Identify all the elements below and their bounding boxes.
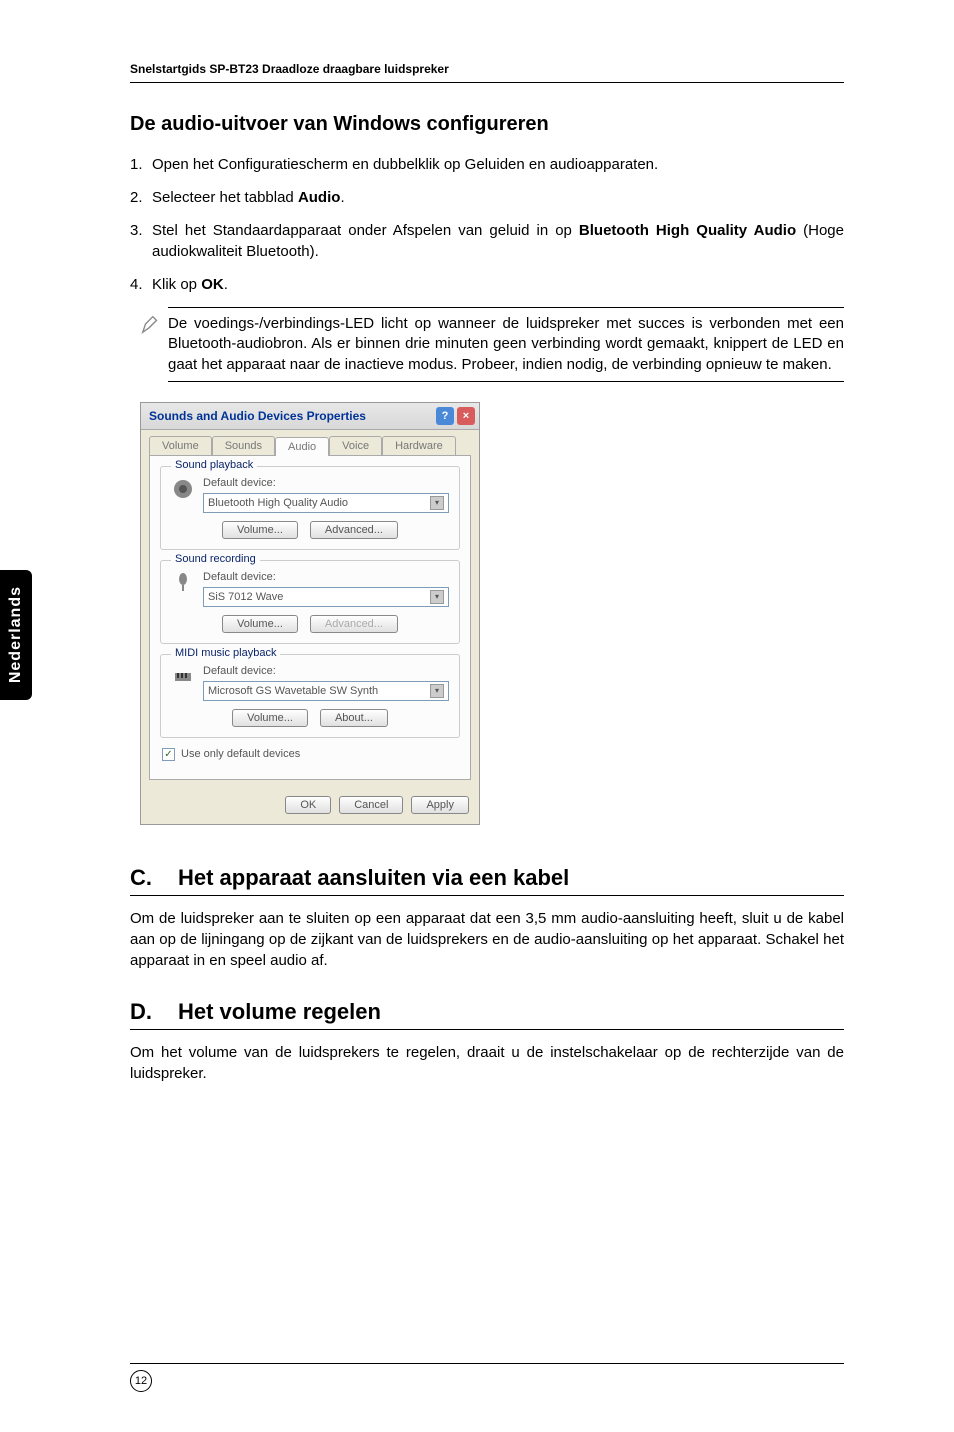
footer: 12 [130, 1363, 844, 1392]
midi-label: Default device: [203, 665, 449, 677]
dialog-title: Sounds and Audio Devices Properties [149, 409, 366, 423]
step-3: 3.Stel het Standaardapparaat onder Afspe… [130, 220, 844, 262]
page-number: 12 [130, 1370, 152, 1392]
section-d-body: Om het volume van de luidsprekers te reg… [130, 1042, 844, 1084]
page-header: Snelstartgids SP-BT23 Draadloze draagbar… [130, 60, 844, 83]
tab-audio[interactable]: Audio [275, 437, 329, 456]
step-1: 1.Open het Configuratiescherm en dubbelk… [130, 154, 844, 175]
tab-panel: Sound playback Default device: Bluetooth… [149, 455, 471, 780]
section-d-heading: D.Het volume regelen [130, 999, 844, 1030]
microphone-icon [171, 571, 195, 595]
header-text: Snelstartgids SP-BT23 Draadloze draagbar… [130, 62, 449, 76]
chevron-down-icon: ▾ [430, 590, 444, 604]
midi-playback-group: MIDI music playback Default device: Micr… [160, 654, 460, 738]
step-2: 2.Selecteer het tabblad Audio. [130, 187, 844, 208]
playback-label: Default device: [203, 477, 449, 489]
tab-sounds[interactable]: Sounds [212, 436, 275, 455]
recording-legend: Sound recording [171, 553, 260, 565]
section1-title: De audio-uitvoer van Windows configurere… [130, 113, 844, 136]
help-icon[interactable]: ? [436, 407, 454, 425]
speaker-icon [171, 477, 195, 501]
recording-select[interactable]: SiS 7012 Wave ▾ [203, 587, 449, 607]
tab-volume[interactable]: Volume [149, 436, 212, 455]
chevron-down-icon: ▾ [430, 496, 444, 510]
tab-voice[interactable]: Voice [329, 436, 382, 455]
note-box: De voedings-/verbindings-LED licht op wa… [130, 307, 844, 382]
playback-select[interactable]: Bluetooth High Quality Audio ▾ [203, 493, 449, 513]
dialog-tabs: Volume Sounds Audio Voice Hardware [141, 430, 479, 455]
sound-playback-group: Sound playback Default device: Bluetooth… [160, 466, 460, 550]
section-c-heading: C.Het apparaat aansluiten via een kabel [130, 865, 844, 896]
apply-button[interactable]: Apply [411, 796, 469, 814]
midi-select[interactable]: Microsoft GS Wavetable SW Synth ▾ [203, 681, 449, 701]
cancel-button[interactable]: Cancel [339, 796, 403, 814]
playback-volume-button[interactable]: Volume... [222, 521, 298, 539]
tab-hardware[interactable]: Hardware [382, 436, 456, 455]
checkbox-icon[interactable]: ✓ [162, 748, 175, 761]
midi-value: Microsoft GS Wavetable SW Synth [208, 685, 378, 697]
section-c-body: Om de luidspreker aan te sluiten op een … [130, 908, 844, 971]
checkbox-label: Use only default devices [181, 748, 300, 760]
default-devices-checkbox-row[interactable]: ✓ Use only default devices [162, 748, 460, 761]
chevron-down-icon: ▾ [430, 684, 444, 698]
recording-volume-button[interactable]: Volume... [222, 615, 298, 633]
note-text: De voedings-/verbindings-LED licht op wa… [168, 314, 844, 375]
sounds-dialog: Sounds and Audio Devices Properties ? × … [140, 402, 480, 825]
sound-recording-group: Sound recording Default device: SiS 7012… [160, 560, 460, 644]
midi-legend: MIDI music playback [171, 647, 280, 659]
step-4: 4.Klik op OK. [130, 274, 844, 295]
recording-label: Default device: [203, 571, 449, 583]
playback-legend: Sound playback [171, 459, 257, 471]
recording-advanced-button: Advanced... [310, 615, 398, 633]
recording-value: SiS 7012 Wave [208, 591, 283, 603]
midi-about-button[interactable]: About... [320, 709, 388, 727]
playback-value: Bluetooth High Quality Audio [208, 497, 348, 509]
playback-advanced-button[interactable]: Advanced... [310, 521, 398, 539]
ok-button[interactable]: OK [285, 796, 331, 814]
pencil-icon [140, 307, 168, 382]
close-icon[interactable]: × [457, 407, 475, 425]
midi-icon [171, 665, 195, 689]
dialog-title-bar: Sounds and Audio Devices Properties ? × [141, 403, 479, 430]
midi-volume-button[interactable]: Volume... [232, 709, 308, 727]
